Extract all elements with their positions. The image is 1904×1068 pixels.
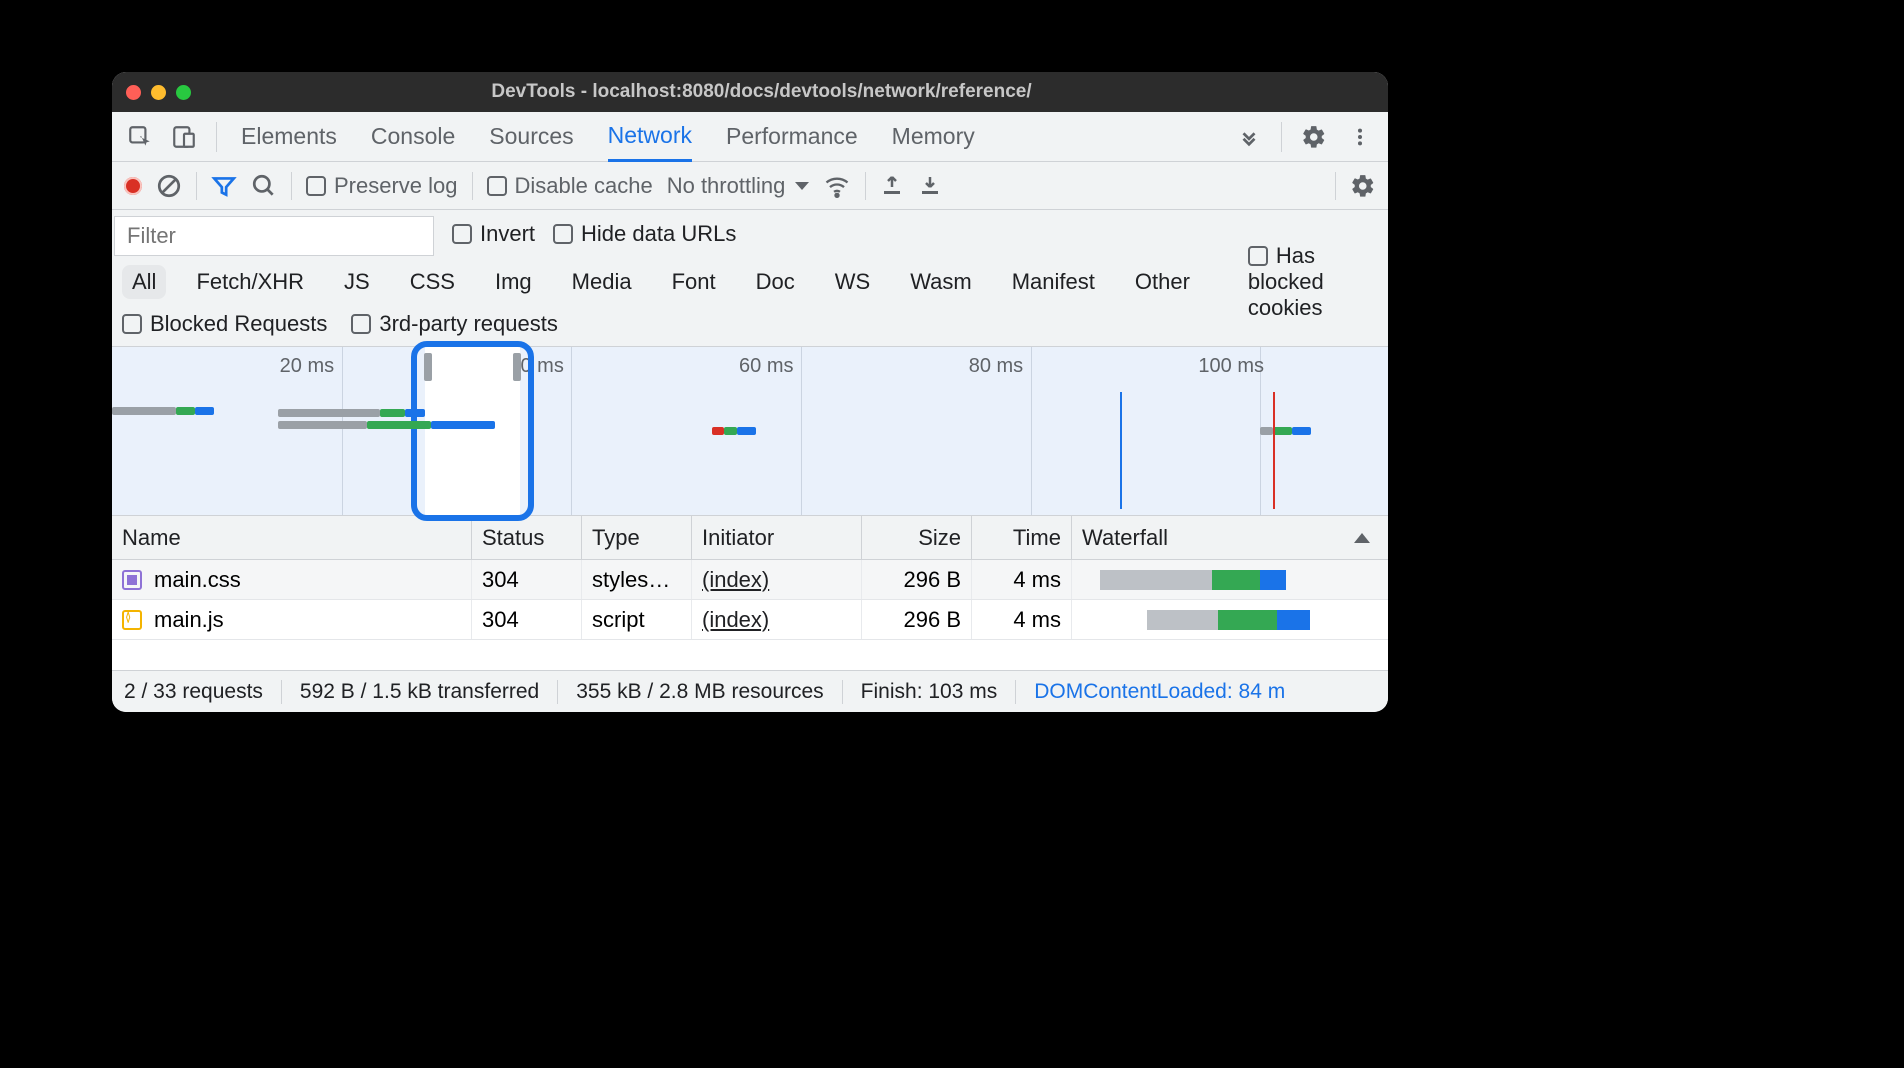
titlebar: DevTools - localhost:8080/docs/devtools/… bbox=[112, 72, 1388, 112]
overview-selection-handle-left[interactable] bbox=[424, 353, 432, 381]
tab-console[interactable]: Console bbox=[371, 113, 455, 160]
type-filter-wasm[interactable]: Wasm bbox=[900, 265, 982, 299]
cell-time: 4 ms bbox=[972, 600, 1072, 639]
cell-status: 304 bbox=[472, 560, 582, 599]
overview-tick-label: 80 ms bbox=[969, 355, 1023, 378]
tab-memory[interactable]: Memory bbox=[892, 113, 975, 160]
css-file-icon bbox=[122, 570, 142, 590]
filter-input[interactable] bbox=[114, 216, 434, 256]
col-type[interactable]: Type bbox=[582, 516, 692, 559]
third-party-checkbox[interactable]: 3rd-party requests bbox=[351, 311, 558, 337]
type-filter-ws[interactable]: WS bbox=[825, 265, 880, 299]
tab-network[interactable]: Network bbox=[608, 112, 692, 162]
network-settings-icon[interactable] bbox=[1350, 173, 1376, 199]
filter-row: Invert Hide data URLs bbox=[112, 210, 1388, 258]
type-filter-row: All Fetch/XHR JS CSS Img Media Font Doc WS Wasm Ma… bbox=[112, 258, 1388, 306]
status-transferred: 592 B / 1.5 kB transferred bbox=[300, 680, 539, 704]
status-resources: 355 kB / 2.8 MB resources bbox=[576, 680, 823, 704]
minimize-icon[interactable] bbox=[151, 85, 166, 100]
dcl-marker bbox=[1120, 392, 1122, 509]
status-dcl: DOMContentLoaded: 84 m bbox=[1034, 680, 1285, 704]
cell-initiator: (index) bbox=[692, 560, 862, 599]
export-har-icon[interactable] bbox=[880, 174, 904, 198]
blocked-requests-checkbox[interactable]: Blocked Requests bbox=[122, 311, 327, 337]
throttling-select[interactable]: No throttling bbox=[667, 173, 810, 199]
filter-icon[interactable] bbox=[211, 173, 237, 199]
request-name: main.js bbox=[154, 607, 224, 633]
cell-type: script bbox=[582, 600, 692, 639]
cell-size: 296 B bbox=[862, 600, 972, 639]
col-initiator[interactable]: Initiator bbox=[692, 516, 862, 559]
overview-selection-handle-right[interactable] bbox=[513, 353, 521, 381]
clear-icon[interactable] bbox=[156, 173, 182, 199]
panel-tabstrip: Elements Console Sources Network Performance… bbox=[112, 112, 1388, 162]
kebab-menu-icon[interactable] bbox=[1342, 119, 1378, 155]
waterfall-cell bbox=[1072, 560, 1388, 599]
search-icon[interactable] bbox=[251, 173, 277, 199]
cell-size: 296 B bbox=[862, 560, 972, 599]
type-filter-js[interactable]: JS bbox=[334, 265, 380, 299]
overview-selection[interactable] bbox=[425, 347, 521, 515]
overview-tick-label: 20 ms bbox=[280, 355, 334, 378]
status-requests: 2 / 33 requests bbox=[124, 680, 263, 704]
cell-type: styles… bbox=[582, 560, 692, 599]
network-toolbar: Preserve log Disable cache No throttling bbox=[112, 162, 1388, 210]
type-filter-media[interactable]: Media bbox=[562, 265, 642, 299]
requests-table-header: Name Status Type Initiator Size Time Wat… bbox=[112, 516, 1388, 560]
maximize-icon[interactable] bbox=[176, 85, 191, 100]
table-row[interactable]: main.css 304styles… (index) 296 B4 ms bbox=[112, 560, 1388, 600]
request-name: main.css bbox=[154, 567, 241, 593]
more-tabs-icon[interactable] bbox=[1231, 119, 1267, 155]
status-finish: Finish: 103 ms bbox=[861, 680, 998, 704]
waterfall-cell bbox=[1072, 600, 1388, 639]
type-filter-css[interactable]: CSS bbox=[400, 265, 465, 299]
preserve-log-checkbox[interactable]: Preserve log bbox=[306, 173, 458, 199]
disable-cache-checkbox[interactable]: Disable cache bbox=[487, 173, 653, 199]
close-icon[interactable] bbox=[126, 85, 141, 100]
initiator-link[interactable]: (index) bbox=[702, 607, 769, 633]
type-filter-manifest[interactable]: Manifest bbox=[1002, 265, 1105, 299]
window-controls bbox=[126, 85, 191, 100]
inspect-element-icon[interactable] bbox=[122, 119, 158, 155]
tab-elements[interactable]: Elements bbox=[241, 113, 337, 160]
record-button[interactable] bbox=[124, 177, 142, 195]
js-file-icon bbox=[122, 610, 142, 630]
invert-checkbox[interactable]: Invert bbox=[452, 221, 535, 247]
device-toolbar-icon[interactable] bbox=[166, 119, 202, 155]
extra-filter-row: Blocked Requests 3rd-party requests bbox=[112, 306, 1388, 346]
type-filter-all[interactable]: All bbox=[122, 265, 166, 299]
type-filter-img[interactable]: Img bbox=[485, 265, 542, 299]
tab-sources[interactable]: Sources bbox=[489, 113, 573, 160]
overview-timeline[interactable]: 20 ms40 ms60 ms80 ms100 ms bbox=[112, 346, 1388, 516]
status-bar: 2 / 33 requests 592 B / 1.5 kB transferr… bbox=[112, 670, 1388, 712]
col-time[interactable]: Time bbox=[972, 516, 1072, 559]
hide-data-urls-checkbox[interactable]: Hide data URLs bbox=[553, 221, 736, 247]
requests-table-body: main.css304styles…(index)296 B4 msmain.j… bbox=[112, 560, 1388, 640]
sort-asc-icon bbox=[1354, 533, 1370, 543]
type-filter-other[interactable]: Other bbox=[1125, 265, 1200, 299]
col-waterfall[interactable]: Waterfall bbox=[1072, 516, 1388, 559]
initiator-link[interactable]: (index) bbox=[702, 567, 769, 593]
load-marker bbox=[1273, 392, 1275, 509]
overview-tick-label: 60 ms bbox=[739, 355, 793, 378]
cell-time: 4 ms bbox=[972, 560, 1072, 599]
cell-status: 304 bbox=[472, 600, 582, 639]
col-size[interactable]: Size bbox=[862, 516, 972, 559]
type-filter-doc[interactable]: Doc bbox=[746, 265, 805, 299]
tab-performance[interactable]: Performance bbox=[726, 113, 858, 160]
window-title: DevTools - localhost:8080/docs/devtools/… bbox=[209, 81, 1314, 103]
settings-icon[interactable] bbox=[1296, 119, 1332, 155]
col-status[interactable]: Status bbox=[472, 516, 582, 559]
devtools-window: DevTools - localhost:8080/docs/devtools/… bbox=[112, 72, 1388, 712]
type-filter-font[interactable]: Font bbox=[662, 265, 726, 299]
network-conditions-icon[interactable] bbox=[823, 172, 851, 200]
type-filter-fetchxhr[interactable]: Fetch/XHR bbox=[186, 265, 314, 299]
cell-initiator: (index) bbox=[692, 600, 862, 639]
col-name[interactable]: Name bbox=[112, 516, 472, 559]
table-row[interactable]: main.js 304script (index) 296 B4 ms bbox=[112, 600, 1388, 640]
import-har-icon[interactable] bbox=[918, 174, 942, 198]
overview-tick-label: 100 ms bbox=[1198, 355, 1264, 378]
